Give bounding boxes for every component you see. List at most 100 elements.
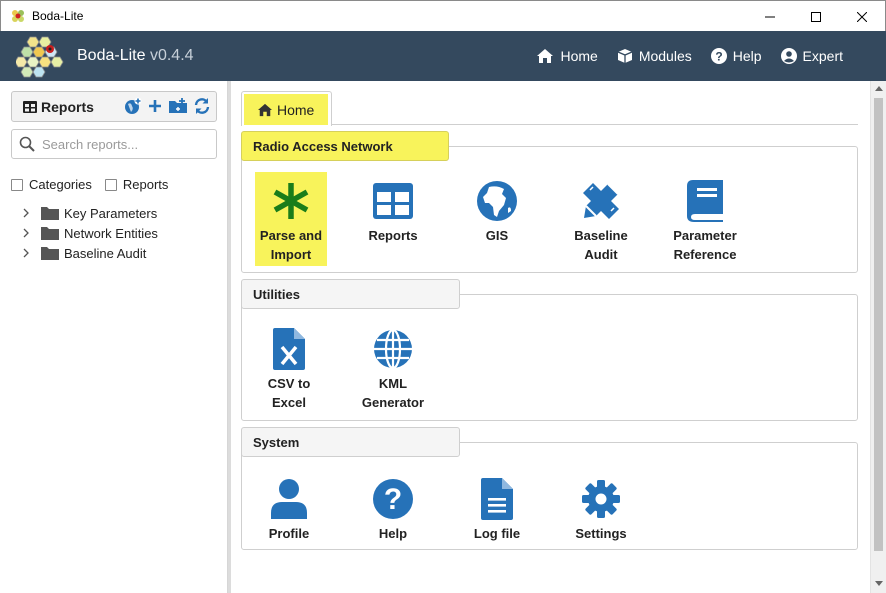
- question-circle-icon: ?: [710, 48, 727, 64]
- nav-modules-label: Modules: [638, 48, 692, 64]
- tile-help[interactable]: ? Help: [357, 470, 429, 564]
- folder-icon: [41, 247, 59, 260]
- boda-logo-icon: [16, 36, 64, 78]
- folder-icon: [41, 207, 59, 220]
- filter-reports-label: Reports: [122, 177, 169, 192]
- maximize-button[interactable]: [793, 1, 839, 32]
- app-version: v0.4.4: [149, 47, 194, 64]
- nav-home-label: Home: [560, 48, 598, 64]
- main-scrollbar[interactable]: [870, 81, 886, 593]
- table-icon: [373, 183, 413, 219]
- tree-item-baseline-audit[interactable]: Baseline Audit: [21, 243, 158, 263]
- app-header: Boda-Lite v0.4.4 Home Modules ? Help Exp…: [0, 31, 886, 81]
- tile-label: Help: [378, 526, 408, 541]
- nav-expert[interactable]: Expert: [780, 48, 843, 64]
- globe-africa-icon: [477, 181, 517, 221]
- reports-title: Reports: [23, 99, 94, 115]
- section-title-utilities: Utilities: [241, 279, 460, 309]
- tab-home-label: Home: [277, 101, 315, 118]
- section-title-system: System: [241, 427, 460, 457]
- tree-item-label: Network Entities: [64, 225, 158, 241]
- add-category-icon[interactable]: [124, 97, 142, 115]
- home-icon: [258, 103, 272, 116]
- scroll-down-icon[interactable]: [875, 581, 883, 586]
- app-brand: Boda-Lite v0.4.4: [77, 47, 194, 65]
- window-title: Boda-Lite: [32, 9, 84, 23]
- tile-profile[interactable]: Profile: [253, 470, 325, 564]
- maximize-icon: [811, 11, 821, 22]
- tile-baseline-audit[interactable]: Baseline Audit: [565, 172, 637, 266]
- filter-categories-label: Categories: [29, 177, 92, 192]
- tile-label: Settings: [575, 526, 627, 541]
- search-reports: [11, 129, 217, 159]
- tile-gis[interactable]: GIS: [461, 172, 533, 266]
- section-title-ran: Radio Access Network: [241, 131, 449, 161]
- search-icon: [19, 136, 35, 152]
- minimize-icon: [765, 16, 775, 17]
- tab-strip: [241, 124, 858, 125]
- tile-settings[interactable]: Settings: [565, 470, 637, 564]
- table-icon: [23, 100, 37, 113]
- tile-label: Parameter Reference: [673, 228, 737, 262]
- cube-icon: [617, 49, 633, 63]
- search-input[interactable]: [42, 136, 202, 152]
- brand-name: Boda-Lite: [77, 47, 146, 64]
- minimize-button[interactable]: [747, 1, 793, 32]
- tile-kml-generator[interactable]: KML Generator: [357, 320, 429, 414]
- report-filters: Categories Reports: [11, 177, 181, 192]
- reports-tree: Key Parameters Network Entities Baseline…: [21, 203, 158, 263]
- tree-item-label: Baseline Audit: [64, 245, 147, 261]
- cog-icon: [582, 480, 620, 518]
- tile-parse-and-import[interactable]: Parse and Import: [255, 172, 327, 266]
- nav-expert-label: Expert: [802, 48, 843, 64]
- tile-reports[interactable]: Reports: [357, 172, 429, 266]
- nav-home[interactable]: Home: [536, 48, 598, 64]
- close-button[interactable]: [839, 1, 885, 32]
- question-circle-icon: ?: [373, 479, 413, 519]
- app-icon: [10, 8, 26, 24]
- pencil-ruler-icon: [583, 183, 619, 219]
- nav-help[interactable]: ? Help: [710, 48, 762, 64]
- filter-categories[interactable]: Categories: [11, 177, 92, 192]
- chevron-right-icon[interactable]: [21, 248, 31, 258]
- book-icon: [687, 180, 723, 222]
- chevron-right-icon[interactable]: [21, 228, 31, 238]
- file-alt-icon: [481, 478, 513, 520]
- tree-item-network-entities[interactable]: Network Entities: [21, 223, 158, 243]
- tree-item-key-parameters[interactable]: Key Parameters: [21, 203, 158, 223]
- svg-text:?: ?: [384, 483, 402, 516]
- categories-checkbox[interactable]: [11, 178, 23, 191]
- add-report-icon[interactable]: [147, 97, 163, 115]
- tile-label: CSV to Excel: [267, 376, 311, 410]
- window-titlebar: Boda-Lite: [0, 0, 886, 31]
- nav-modules[interactable]: Modules: [617, 48, 692, 64]
- file-excel-icon: [273, 328, 305, 370]
- user-icon: [271, 479, 307, 519]
- tile-label: Baseline Audit: [574, 228, 628, 262]
- tree-item-label: Key Parameters: [64, 205, 158, 221]
- main-content: Home Radio Access Network Parse and Impor…: [231, 81, 870, 593]
- svg-text:?: ?: [715, 50, 722, 64]
- tile-label: KML Generator: [361, 376, 425, 410]
- scroll-thumb[interactable]: [874, 98, 883, 551]
- user-circle-icon: [780, 48, 797, 64]
- scroll-up-icon[interactable]: [875, 86, 883, 91]
- tile-log-file[interactable]: Log file: [461, 470, 533, 564]
- tile-csv-to-excel[interactable]: CSV to Excel: [253, 320, 325, 414]
- tile-label: Profile: [268, 526, 310, 541]
- tile-parameter-reference[interactable]: Parameter Reference: [669, 172, 741, 266]
- chevron-right-icon[interactable]: [21, 208, 31, 218]
- tile-label: Reports: [368, 228, 418, 243]
- asterisk-icon: [273, 183, 309, 219]
- reports-sidebar: Reports Search reports... Categories Rep…: [1, 81, 228, 593]
- reports-checkbox[interactable]: [104, 178, 117, 191]
- add-folder-icon[interactable]: [168, 97, 188, 115]
- globe-icon: [374, 329, 412, 369]
- refresh-icon[interactable]: [193, 97, 211, 115]
- filter-reports[interactable]: Reports: [104, 177, 169, 192]
- home-icon: [537, 49, 554, 63]
- folder-icon: [41, 227, 59, 240]
- close-icon: [857, 11, 867, 22]
- tab-home[interactable]: Home: [241, 91, 332, 126]
- reports-toolbar: Reports: [11, 91, 217, 122]
